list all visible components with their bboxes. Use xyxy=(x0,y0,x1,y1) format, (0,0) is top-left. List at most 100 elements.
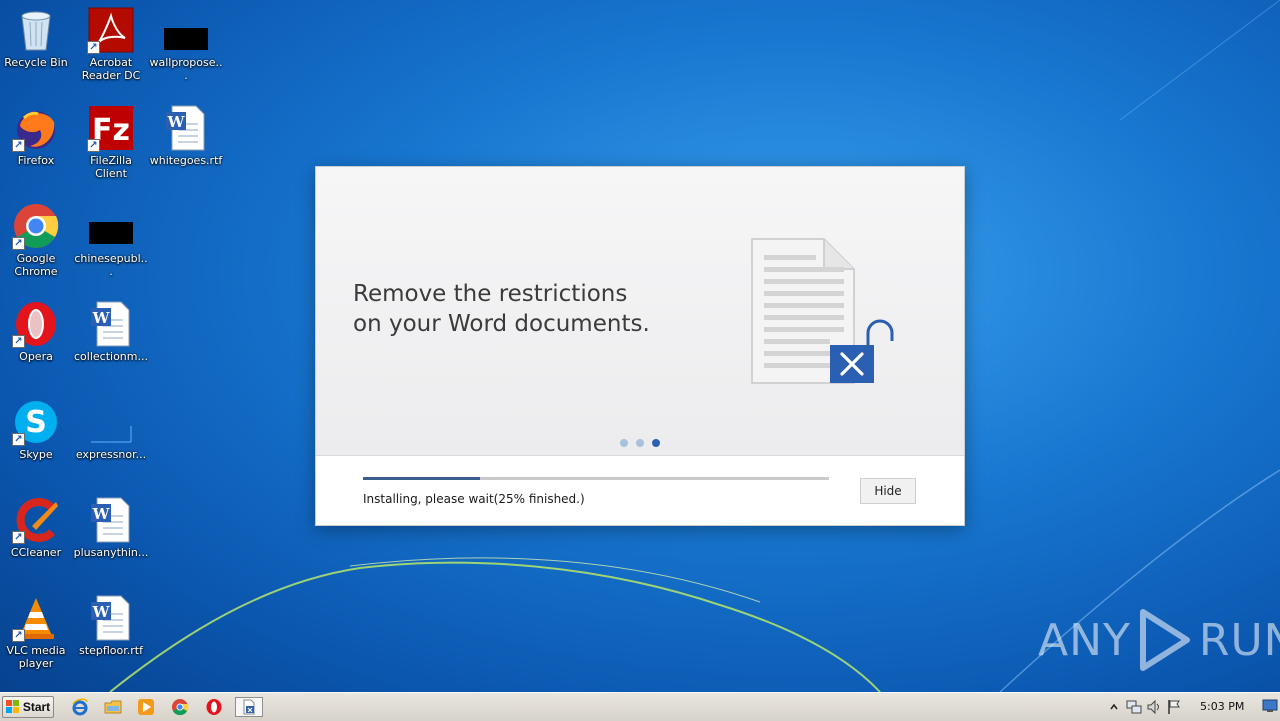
anyrun-watermark: ANY RUN xyxy=(1038,608,1280,672)
desktop-icon-skype[interactable]: S ↗ Skype xyxy=(0,398,74,461)
svg-text:W: W xyxy=(92,603,111,621)
desktop-icon-firefox[interactable]: ↗ Firefox xyxy=(0,104,74,167)
desktop-icon-label: plusanythin... xyxy=(73,546,149,559)
desktop-icon-filezilla[interactable]: Fz ↗ FileZilla Client xyxy=(73,104,149,180)
watermark-text-left: ANY xyxy=(1038,614,1131,666)
system-tray xyxy=(1104,695,1184,719)
shortcut-arrow-icon: ↗ xyxy=(12,139,25,152)
word-document-icon: W xyxy=(87,496,135,544)
desktop-icon-label: Opera xyxy=(19,350,53,363)
desktop-icon-label: Skype xyxy=(19,448,53,461)
skype-icon: S ↗ xyxy=(12,398,60,446)
install-status-text: Installing, please wait(25% finished.) xyxy=(363,492,585,506)
slide-dot-2[interactable] xyxy=(636,439,644,447)
svg-text:W: W xyxy=(92,505,111,523)
taskbar-installer-button[interactable] xyxy=(235,697,263,717)
taskbar-ie-button[interactable] xyxy=(69,697,91,717)
vlc-icon: ↗ xyxy=(12,594,60,642)
taskbar-explorer-button[interactable] xyxy=(102,697,124,717)
installer-window: Remove the restrictions on your Word doc… xyxy=(316,167,964,525)
desktop-icon-label: chinesepubl... xyxy=(74,252,148,278)
desktop-icon-acrobat-reader[interactable]: ↗ Acrobat Reader DC xyxy=(73,6,149,82)
hide-button[interactable]: Hide xyxy=(860,478,916,504)
chevron-up-icon xyxy=(1110,703,1118,710)
shortcut-arrow-icon: ↗ xyxy=(87,41,100,54)
chrome-icon xyxy=(172,699,189,716)
ccleaner-icon: ↗ xyxy=(12,496,60,544)
shortcut-arrow-icon: ↗ xyxy=(12,335,25,348)
shortcut-arrow-icon: ↗ xyxy=(12,237,25,250)
speaker-icon xyxy=(1147,699,1159,715)
play-logo-icon xyxy=(1139,609,1190,671)
shortcut-arrow-icon: ↗ xyxy=(12,531,25,544)
promo-slide: Remove the restrictions on your Word doc… xyxy=(316,167,964,456)
install-progress-bar xyxy=(363,477,829,480)
taskbar-media-player-button[interactable] xyxy=(135,697,157,717)
word-document-icon: W xyxy=(162,104,210,152)
desktop-icon-stepfloor[interactable]: W stepfloor.rtf xyxy=(73,594,149,657)
taskbar: Start 5:03 PM xyxy=(0,692,1280,721)
desktop-icon-opera[interactable]: ↗ Opera xyxy=(0,300,74,363)
filezilla-icon: Fz ↗ xyxy=(87,104,135,152)
show-hidden-icons-button[interactable] xyxy=(1104,697,1124,717)
network-tray-button[interactable] xyxy=(1124,697,1144,717)
desktop-icon-label: wallpropose... xyxy=(149,56,223,82)
desktop-icon-label: CCleaner xyxy=(10,546,62,559)
media-player-icon xyxy=(138,699,154,715)
desktop-icon-collectionm[interactable]: W collectionm... xyxy=(73,300,149,363)
windows-logo-icon xyxy=(5,700,19,713)
desktop-icon-label: expressnor... xyxy=(75,448,147,461)
desktop-icon-label: Google Chrome xyxy=(14,252,58,278)
desktop-icon-wallpropose[interactable]: wallpropose... xyxy=(148,6,224,82)
recycle-bin-icon xyxy=(12,6,60,54)
desktop-icon-label: whitegoes.rtf xyxy=(149,154,223,167)
blank-file-icon xyxy=(87,398,135,446)
taskbar-clock[interactable]: 5:03 PM xyxy=(1200,700,1244,713)
taskbar-opera-button[interactable] xyxy=(203,697,225,717)
desktop-icon-google-chrome[interactable]: ↗ Google Chrome xyxy=(0,202,74,278)
install-progress-fill xyxy=(363,477,480,480)
svg-text:S: S xyxy=(25,405,47,440)
slide-dot-1[interactable] xyxy=(620,439,628,447)
start-button[interactable]: Start xyxy=(2,696,54,718)
desktop-icon-label: VLC media player xyxy=(6,644,66,670)
monitor-icon xyxy=(1262,699,1278,712)
action-center-tray-button[interactable] xyxy=(1164,697,1184,717)
volume-tray-button[interactable] xyxy=(1144,697,1164,717)
opera-icon: ↗ xyxy=(12,300,60,348)
taskbar-chrome-button[interactable] xyxy=(169,697,191,717)
word-document-icon: W xyxy=(87,300,135,348)
explorer-icon xyxy=(104,700,122,714)
start-label: Start xyxy=(22,700,51,714)
shortcut-arrow-icon: ↗ xyxy=(12,433,25,446)
network-icon xyxy=(1126,700,1142,714)
desktop-icon-label: stepfloor.rtf xyxy=(79,644,143,657)
blank-file-icon xyxy=(162,6,210,54)
desktop-icon-label: Acrobat Reader DC xyxy=(81,56,141,82)
desktop-icon-expressnor[interactable]: expressnor... xyxy=(73,398,149,461)
installer-icon xyxy=(243,699,255,715)
desktop-icon-label: collectionm... xyxy=(74,350,148,363)
chrome-icon: ↗ xyxy=(12,202,60,250)
ie-icon xyxy=(72,698,88,716)
svg-text:W: W xyxy=(167,113,186,131)
blank-file-icon xyxy=(87,202,135,250)
opera-icon xyxy=(206,699,222,715)
desktop-icon-recycle-bin[interactable]: Recycle Bin xyxy=(0,6,74,69)
desktop-icon-plusanythin[interactable]: W plusanythin... xyxy=(73,496,149,559)
shortcut-arrow-icon: ↗ xyxy=(87,139,100,152)
word-document-icon: W xyxy=(87,594,135,642)
show-desktop-button[interactable] xyxy=(1262,698,1278,712)
desktop-icon-whitegoes[interactable]: W whitegoes.rtf xyxy=(148,104,224,167)
desktop-icon-chinesepubl[interactable]: chinesepubl... xyxy=(73,202,149,278)
desktop-icon-vlc[interactable]: ↗ VLC media player xyxy=(0,594,74,670)
promo-headline: Remove the restrictions on your Word doc… xyxy=(353,279,650,339)
headline-line-2: on your Word documents. xyxy=(353,311,650,337)
desktop-icon-ccleaner[interactable]: ↗ CCleaner xyxy=(0,496,74,559)
flag-icon xyxy=(1168,700,1180,714)
slide-dot-3[interactable] xyxy=(652,439,660,447)
watermark-text-right: RUN xyxy=(1198,614,1280,666)
unlocked-document-icon xyxy=(751,238,894,384)
desktop-icon-label: Recycle Bin xyxy=(4,56,68,69)
svg-text:W: W xyxy=(92,309,111,327)
